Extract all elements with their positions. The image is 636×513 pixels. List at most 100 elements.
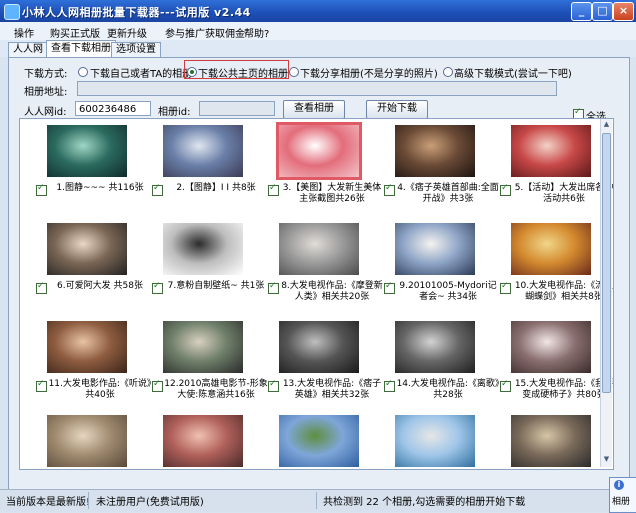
album-item[interactable]: 9.20101005-Mydori记者会~ 共34张	[384, 223, 502, 321]
menu-help[interactable]: 帮助?	[244, 25, 269, 40]
album-thumbnail[interactable]	[511, 321, 591, 373]
album-thumbnail[interactable]	[511, 415, 591, 467]
album-thumbnail[interactable]	[511, 223, 591, 275]
album-thumbnail[interactable]	[279, 321, 359, 373]
minimize-button[interactable]: _	[571, 2, 592, 21]
album-item[interactable]	[36, 415, 154, 469]
album-thumbnail[interactable]	[47, 223, 127, 275]
album-caption: 3.【美图】大发新生美体主张截图共26张	[282, 183, 382, 204]
album-checkbox[interactable]	[152, 183, 163, 196]
album-checkbox[interactable]	[152, 281, 163, 294]
tab-bar: 人人网 查看下载相册 选项设置	[0, 40, 636, 57]
album-item[interactable]: 8.大发电视作品:《摩登新人类》相关共20张	[268, 223, 386, 321]
album-checkbox[interactable]	[500, 183, 511, 196]
app-icon	[4, 4, 20, 20]
album-checkbox[interactable]	[36, 281, 47, 294]
album-item[interactable]: 1.图静~~~ 共116张	[36, 125, 154, 223]
album-item[interactable]: 15.大发电视作品:《我要变成硬柿子》共80张	[500, 321, 613, 419]
album-checkbox[interactable]	[268, 379, 279, 392]
album-item[interactable]: 11.大发电影作品:《听说》共40张	[36, 321, 154, 419]
album-item[interactable]: 13.大发电视作品:《痞子英雄》相关共32张	[268, 321, 386, 419]
album-thumbnail[interactable]	[47, 321, 127, 373]
album-item[interactable]: 4.《痞子英雄首部曲:全面开战》共3张	[384, 125, 502, 223]
status-user: 未注册用户(免费试用版)	[96, 497, 204, 508]
album-checkbox[interactable]	[268, 183, 279, 196]
album-item[interactable]: 5.【活动】大发出席各种活动共6张	[500, 125, 613, 223]
mode-option-0[interactable]: 下载自己或者TA的相册	[90, 65, 192, 80]
album-checkbox[interactable]	[384, 379, 395, 392]
scroll-thumb[interactable]	[602, 133, 611, 393]
info-icon: i	[614, 480, 624, 490]
album-thumbnail[interactable]	[395, 125, 475, 177]
album-caption: 14.大发电视作品:《离歌》共28张	[396, 379, 500, 400]
menu-buy[interactable]: 购买正式版	[50, 25, 100, 40]
album-thumbnail[interactable]	[47, 125, 127, 177]
tab-view-download[interactable]: 查看下载相册	[46, 40, 116, 57]
radio-mode-2[interactable]	[289, 67, 299, 77]
album-item[interactable]: 6.可爱阿大发 共58张	[36, 223, 154, 321]
album-thumbnail[interactable]	[279, 223, 359, 275]
renren-id-label: 人人网id:	[24, 107, 67, 118]
radio-mode-0[interactable]	[78, 67, 88, 77]
album-item[interactable]	[500, 415, 613, 469]
renren-id-input[interactable]: 600236486	[75, 101, 151, 116]
notification-popup[interactable]: i 相册	[609, 477, 636, 513]
album-thumbnail[interactable]	[163, 223, 243, 275]
album-checkbox[interactable]	[384, 183, 395, 196]
album-thumbnail[interactable]	[163, 125, 243, 177]
menu-bar: 操作 购买正式版 更新升级 参与推广获取佣金 帮助?	[0, 22, 636, 40]
album-checkbox[interactable]	[500, 281, 511, 294]
album-checkbox[interactable]	[500, 379, 511, 392]
menu-update[interactable]: 更新升级	[107, 25, 147, 40]
album-checkbox[interactable]	[36, 183, 47, 196]
album-url-label: 相册地址:	[24, 87, 68, 98]
view-album-button[interactable]: 查看相册	[283, 100, 345, 119]
mode-option-3[interactable]: 高级下载模式(尝试一下吧)	[454, 65, 572, 80]
album-thumbnail[interactable]	[395, 415, 475, 467]
album-item[interactable]: 7.意粉自制壁纸~ 共1张	[152, 223, 270, 321]
menu-affiliate[interactable]: 参与推广获取佣金	[165, 25, 245, 40]
album-thumbnail[interactable]	[395, 321, 475, 373]
radio-mode-3[interactable]	[443, 67, 453, 77]
album-item[interactable]: 14.大发电视作品:《离歌》共28张	[384, 321, 502, 419]
scrollbar[interactable]: ▲ ▼	[600, 119, 612, 467]
album-thumbnail[interactable]	[47, 415, 127, 467]
album-item[interactable]: 10.大发电视作品:《流星蝴蝶剑》相关共8张	[500, 223, 613, 321]
close-button[interactable]: ×	[613, 2, 634, 21]
menu-operate[interactable]: 操作	[14, 25, 34, 40]
album-caption: 12.2010高雄电影节-形象大使:陈意涵共16张	[164, 379, 268, 400]
scroll-up-icon[interactable]: ▲	[602, 120, 611, 131]
album-caption: 4.《痞子英雄首部曲:全面开战》共3张	[397, 183, 499, 204]
album-item[interactable]	[152, 415, 270, 469]
radio-mode-1[interactable]	[187, 67, 197, 77]
album-item[interactable]	[384, 415, 502, 469]
album-checkbox[interactable]	[36, 379, 47, 392]
album-thumbnail[interactable]	[395, 223, 475, 275]
mode-option-2[interactable]: 下载分享相册(不是分享的照片)	[300, 65, 438, 80]
scroll-down-icon[interactable]: ▼	[602, 455, 611, 466]
album-url-input[interactable]	[77, 81, 557, 96]
album-item[interactable]: 2.【图静】I I 共8张	[152, 125, 270, 223]
album-item[interactable]: 3.【美图】大发新生美体主张截图共26张	[268, 122, 386, 223]
album-caption: 1.图静~~~ 共116张	[56, 183, 144, 193]
title-bar: 小林人人网相册批量下载器---试用版 v2.44 _ □ ×	[0, 0, 636, 22]
mode-option-1[interactable]: 下载公共主页的相册	[198, 65, 288, 80]
album-id-input[interactable]	[199, 101, 275, 116]
album-checkbox[interactable]	[268, 281, 279, 294]
album-thumbnail[interactable]	[163, 321, 243, 373]
tab-settings[interactable]: 选项设置	[111, 42, 161, 57]
album-thumbnail[interactable]	[511, 125, 591, 177]
album-caption: 6.可爱阿大发 共58张	[57, 281, 143, 291]
album-checkbox[interactable]	[152, 379, 163, 392]
album-thumbnail[interactable]	[163, 415, 243, 467]
album-caption: 8.大发电视作品:《摩登新人类》相关共20张	[281, 281, 383, 302]
album-thumbnail[interactable]	[279, 415, 359, 467]
album-item[interactable]	[268, 415, 386, 469]
maximize-button[interactable]: □	[592, 2, 613, 21]
tab-renren[interactable]: 人人网	[8, 42, 48, 57]
album-checkbox[interactable]	[384, 281, 395, 294]
start-download-button[interactable]: 开始下载	[366, 100, 428, 119]
album-caption: 9.20101005-Mydori记者会~ 共34张	[399, 281, 497, 302]
album-thumbnail[interactable]	[276, 122, 362, 180]
album-item[interactable]: 12.2010高雄电影节-形象大使:陈意涵共16张	[152, 321, 270, 419]
